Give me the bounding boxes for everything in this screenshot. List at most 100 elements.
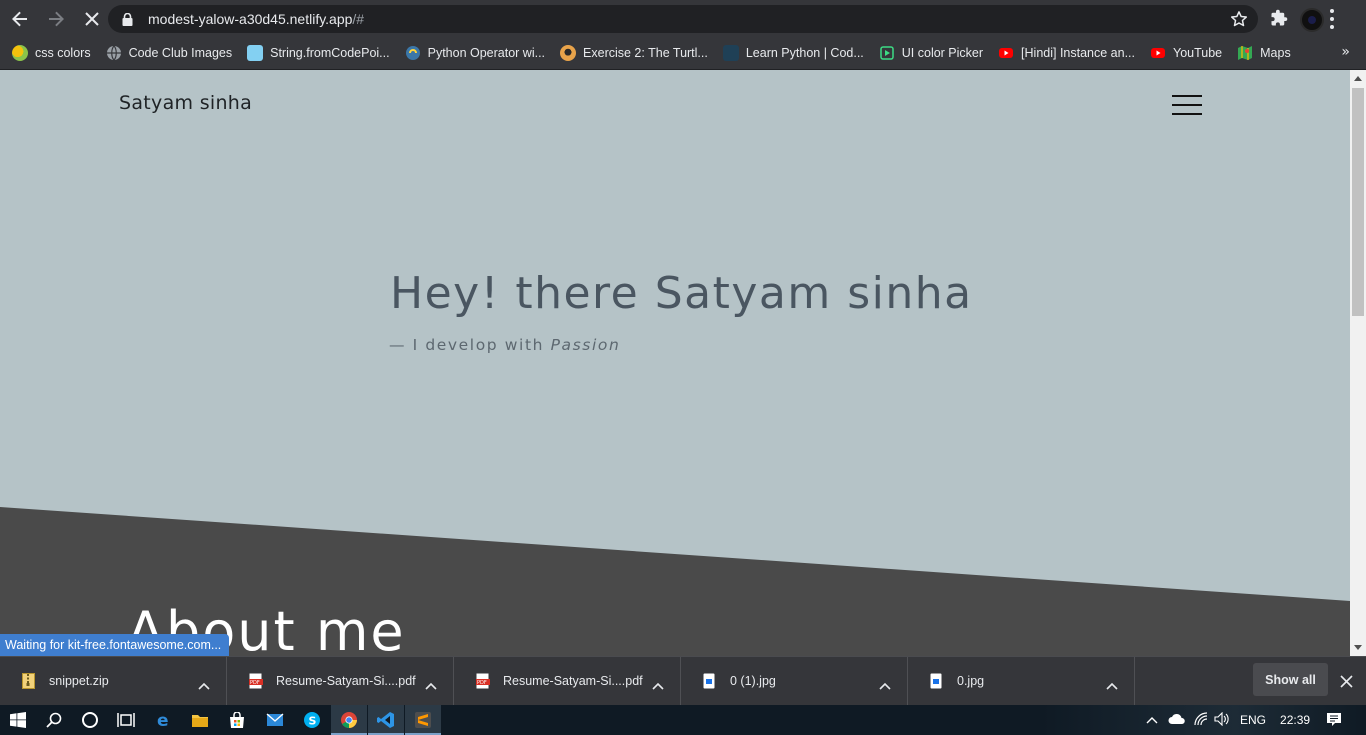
stop-loading-button[interactable] (76, 3, 108, 35)
scroll-thumb[interactable] (1352, 88, 1364, 316)
download-filename: 0.jpg (957, 674, 985, 688)
hero-title: Hey! there Satyam sinha (390, 268, 973, 319)
bookmark-star-icon[interactable] (1230, 10, 1248, 32)
url-host: modest-yalow-a30d45.netlify.app (148, 11, 353, 27)
bookmark-item[interactable]: Maps (1237, 40, 1291, 66)
scroll-up-arrow-icon[interactable] (1354, 76, 1362, 81)
download-item[interactable]: snippet.zip (0, 656, 227, 706)
skype-icon[interactable]: S (294, 705, 330, 735)
maps-icon (1237, 45, 1253, 61)
pdf-file-icon: PDF (476, 673, 490, 689)
cortana-icon[interactable] (72, 705, 108, 735)
chevron-up-icon[interactable] (1106, 675, 1118, 694)
task-view-icon[interactable] (108, 705, 144, 735)
windows-start-icon[interactable] (0, 705, 36, 735)
wifi-icon[interactable] (1194, 711, 1208, 729)
color-picker-icon (879, 45, 895, 61)
svg-text:PDF: PDF (250, 680, 260, 686)
address-bar[interactable]: modest-yalow-a30d45.netlify.app/# (108, 5, 1258, 33)
download-filename: snippet.zip (49, 674, 109, 688)
site-brand[interactable]: Satyam sinha (119, 92, 252, 114)
bookmark-item[interactable]: Code Club Images (106, 40, 233, 66)
search-icon[interactable] (36, 705, 72, 735)
forward-button[interactable] (40, 3, 72, 35)
chevron-up-icon[interactable] (652, 675, 664, 694)
page-viewport: Satyam sinha Hey! there Satyam sinha — I… (0, 70, 1350, 656)
system-tray: ENG 22:39 (1146, 705, 1342, 735)
chevron-up-icon[interactable] (198, 675, 210, 694)
hero-subtitle-prefix: — I develop with (389, 336, 551, 354)
download-filename: 0 (1).jpg (730, 674, 776, 688)
bookmark-item[interactable]: YouTube (1150, 40, 1222, 66)
bookmark-item[interactable]: Learn Python | Cod... (722, 40, 864, 66)
svg-text:e: e (157, 711, 169, 729)
hero-subtitle-emphasis: Passion (550, 336, 621, 354)
bookmark-item[interactable]: UI color Picker (879, 40, 983, 66)
sublime-text-icon[interactable] (405, 705, 441, 735)
chrome-menu-icon[interactable] (1326, 9, 1338, 29)
bookmark-item[interactable]: String.fromCodePoi... (247, 40, 390, 66)
loading-status-bubble: Waiting for kit-free.fontawesome.com... (0, 634, 230, 656)
bookmark-label: Maps (1260, 46, 1291, 60)
about-section-background (0, 507, 1350, 656)
bookmark-item[interactable]: [Hindi] Instance an... (998, 40, 1135, 66)
page-scrollbar[interactable] (1350, 70, 1366, 656)
hero-subtitle: — I develop with Passion (389, 336, 620, 354)
svg-text:S: S (309, 715, 317, 728)
file-explorer-icon[interactable] (182, 705, 218, 735)
scroll-down-arrow-icon[interactable] (1354, 645, 1362, 650)
image-file-icon (930, 673, 943, 689)
profile-avatar[interactable] (1300, 8, 1324, 32)
bookmarks-overflow-icon[interactable]: » (1341, 44, 1350, 60)
arrow-left-icon (12, 11, 27, 26)
edge-browser-icon[interactable]: e (146, 705, 182, 735)
browser-toolbar: modest-yalow-a30d45.netlify.app/# (0, 0, 1366, 37)
store-icon[interactable] (219, 705, 255, 735)
close-icon (85, 11, 99, 26)
bookmark-item[interactable]: css colors (12, 40, 91, 66)
chrome-taskbar-icon[interactable] (331, 705, 367, 735)
bookmark-label: Python Operator wi... (427, 46, 546, 60)
download-item[interactable]: PDF Resume-Satyam-Si....pdf (454, 656, 681, 706)
download-filename: Resume-Satyam-Si....pdf (276, 674, 416, 688)
arrow-right-icon (49, 11, 64, 26)
bookmark-label: UI color Picker (901, 46, 984, 60)
mail-icon[interactable] (257, 705, 293, 735)
python-icon (405, 45, 421, 61)
zip-file-icon (22, 673, 35, 689)
pdf-file-icon: PDF (249, 673, 263, 689)
show-hidden-icons-chevron-icon[interactable] (1146, 713, 1158, 727)
lock-icon[interactable] (120, 12, 134, 26)
codecademy-icon (722, 45, 739, 61)
url-text[interactable]: modest-yalow-a30d45.netlify.app/# (148, 11, 364, 27)
notification-center-icon[interactable] (1326, 712, 1342, 729)
onedrive-cloud-icon[interactable] (1168, 713, 1186, 728)
extensions-puzzle-icon[interactable] (1270, 9, 1288, 31)
bookmark-label: Exercise 2: The Turtl... (583, 46, 708, 60)
bookmark-item[interactable]: Exercise 2: The Turtl... (560, 40, 708, 66)
youtube-icon (998, 45, 1014, 61)
download-filename: Resume-Satyam-Si....pdf (503, 674, 643, 688)
windows-taskbar: e S ENG 22:39 (0, 705, 1366, 735)
download-item[interactable]: PDF Resume-Satyam-Si....pdf (227, 656, 454, 706)
chevron-up-icon[interactable] (425, 675, 437, 694)
bookmark-label: YouTube (1173, 46, 1223, 60)
bookmark-label: Code Club Images (128, 46, 233, 60)
download-item[interactable]: 0.jpg (908, 656, 1135, 706)
clock-time[interactable]: 22:39 (1280, 713, 1310, 727)
close-icon[interactable] (1340, 673, 1353, 692)
css-colors-icon (12, 45, 28, 61)
url-path: /# (352, 11, 365, 27)
input-language[interactable]: ENG (1240, 713, 1266, 727)
show-all-downloads-button[interactable]: Show all (1253, 663, 1328, 696)
back-button[interactable] (4, 3, 36, 35)
bookmark-label: Learn Python | Cod... (745, 46, 864, 60)
volume-icon[interactable] (1214, 711, 1230, 729)
hamburger-menu-icon[interactable] (1172, 95, 1202, 115)
bookmark-item[interactable]: Python Operator wi... (405, 40, 545, 66)
download-item[interactable]: 0 (1).jpg (681, 656, 908, 706)
youtube-icon (1150, 45, 1166, 61)
chevron-up-icon[interactable] (879, 675, 891, 694)
vscode-icon[interactable] (368, 705, 404, 735)
bookmarks-bar: css colors Code Club Images String.fromC… (0, 37, 1366, 70)
